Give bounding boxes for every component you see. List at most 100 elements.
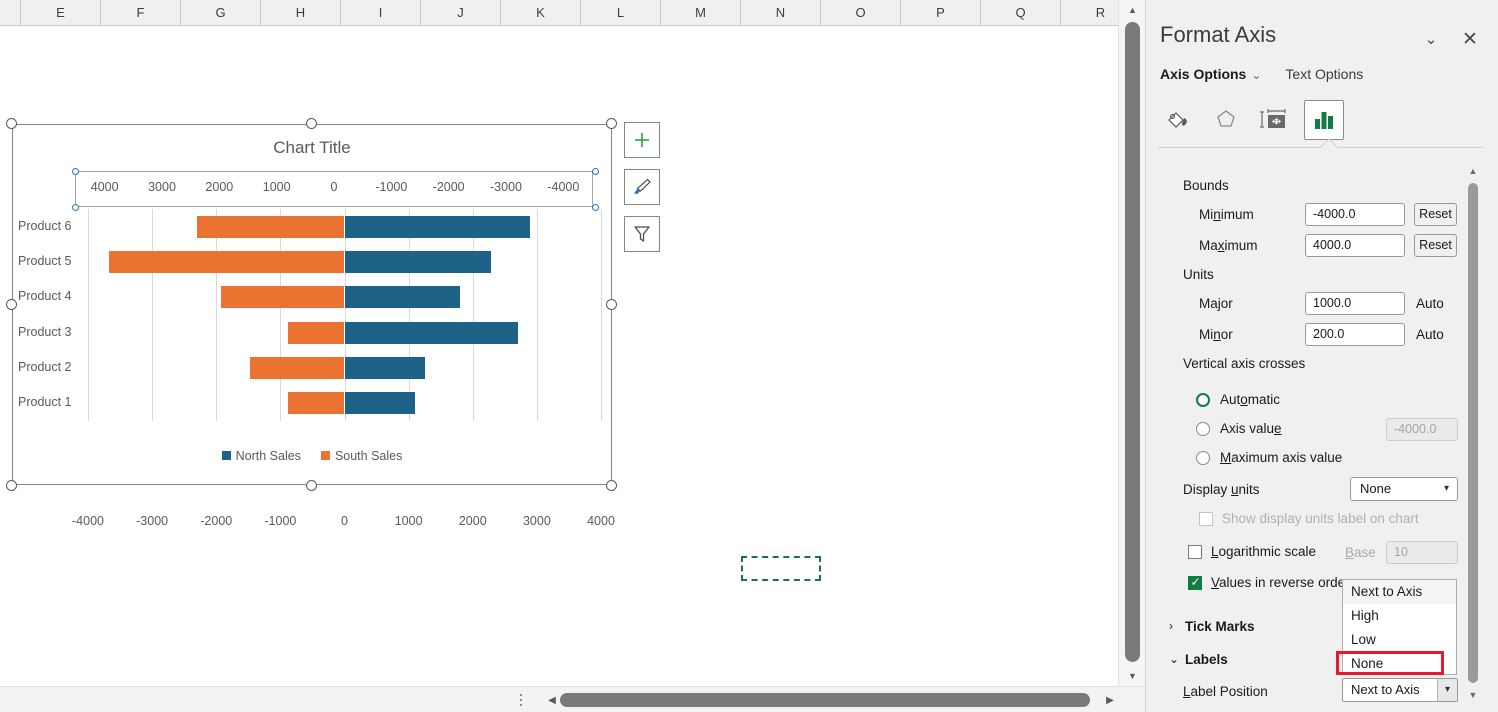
resize-handle-br[interactable] <box>606 480 617 491</box>
resize-handle-ml[interactable] <box>6 299 17 310</box>
resize-handle-tl[interactable] <box>6 118 17 129</box>
legend-item-0[interactable]: North Sales <box>221 449 301 463</box>
chart-styles-button[interactable] <box>624 169 660 205</box>
column-header-p[interactable]: P <box>901 0 981 25</box>
column-header-partial[interactable] <box>0 0 21 25</box>
sheet-tabs-overflow-icon[interactable] <box>514 692 528 708</box>
pane-scroll-up-icon[interactable]: ▲ <box>1465 163 1481 179</box>
display-units-select[interactable]: None ▾ <box>1350 477 1458 501</box>
resize-handle-bl[interactable] <box>6 480 17 491</box>
labels-section-header[interactable]: ⌄ Labels <box>1169 652 1228 667</box>
tick-marks-section-header[interactable]: › Tick Marks <box>1169 619 1255 634</box>
chart-title[interactable]: Chart Title <box>12 138 612 158</box>
major-auto-label[interactable]: Auto <box>1416 296 1444 311</box>
fill-line-icon[interactable] <box>1158 100 1198 140</box>
size-properties-icon[interactable] <box>1254 100 1294 140</box>
bar-north-sales-2[interactable] <box>344 357 425 379</box>
axis-selection-handle-2[interactable] <box>72 204 79 211</box>
column-header-f[interactable]: F <box>101 0 181 25</box>
bar-north-sales-6[interactable] <box>344 215 531 238</box>
column-header-j[interactable]: J <box>421 0 501 25</box>
chart-object[interactable]: Chart Title 4000 3000 2000 1000 0 -1000 -2000 -… <box>6 118 617 528</box>
axis-options-icon[interactable] <box>1304 100 1344 140</box>
dropdown-option-high[interactable]: High <box>1343 604 1456 628</box>
secondary-top-axis-selected[interactable]: 4000 3000 2000 1000 0 -1000 -2000 -3000 -4000 <box>72 168 599 211</box>
chart-filters-button[interactable] <box>624 216 660 252</box>
dropdown-option-next-to-axis[interactable]: Next to Axis <box>1343 580 1456 604</box>
minimum-reset-button[interactable]: Reset <box>1414 203 1457 226</box>
column-header-n[interactable]: N <box>741 0 821 25</box>
scroll-up-icon[interactable]: ▲ <box>1119 0 1146 20</box>
resize-handle-mr[interactable] <box>606 299 617 310</box>
effects-icon[interactable] <box>1206 100 1246 140</box>
column-header-q[interactable]: Q <box>981 0 1061 25</box>
resize-handle-tr[interactable] <box>606 118 617 129</box>
column-header-h[interactable]: H <box>261 0 341 25</box>
chart-side-buttons[interactable] <box>624 122 660 263</box>
chart-legend[interactable]: North Sales South Sales <box>12 449 612 463</box>
major-unit-input[interactable]: 1000.0 <box>1305 292 1405 315</box>
chevron-down-icon[interactable]: ⌄ <box>1418 26 1444 52</box>
chevron-down-icon[interactable]: ▾ <box>1437 679 1457 701</box>
chart-elements-button[interactable] <box>624 122 660 158</box>
column-header-k[interactable]: K <box>501 0 581 25</box>
sheet-vertical-scrollbar[interactable]: ▲ ▼ <box>1118 0 1145 686</box>
pane-scroll-down-icon[interactable]: ▼ <box>1465 687 1481 703</box>
bar-south-sales-4[interactable] <box>221 286 345 309</box>
chevron-right-icon[interactable]: › <box>1169 619 1173 633</box>
legend-item-1[interactable]: South Sales <box>320 449 402 463</box>
close-icon[interactable]: ✕ <box>1457 26 1483 52</box>
bar-north-sales-5[interactable] <box>344 251 491 273</box>
pane-scroll-thumb[interactable] <box>1468 183 1478 683</box>
column-header-m[interactable]: M <box>661 0 741 25</box>
minimum-input[interactable]: -4000.0 <box>1305 203 1405 226</box>
column-header-o[interactable]: O <box>821 0 901 25</box>
values-in-reverse-order-checkbox[interactable] <box>1188 575 1202 590</box>
horizontal-scroll-thumb[interactable] <box>560 693 1090 707</box>
logarithmic-scale-checkbox[interactable] <box>1188 545 1202 559</box>
bar-north-sales-4[interactable] <box>344 286 460 309</box>
scroll-left-icon[interactable]: ◀ <box>544 691 560 709</box>
chevron-down-icon[interactable]: ⌄ <box>1251 68 1261 82</box>
scroll-down-icon[interactable]: ▼ <box>1119 666 1146 686</box>
copied-range-marquee[interactable] <box>741 556 821 581</box>
vertical-scroll-thumb[interactable] <box>1125 22 1140 662</box>
label-position-select[interactable]: Next to Axis ▾ <box>1342 678 1458 702</box>
minor-auto-label[interactable]: Auto <box>1416 327 1444 342</box>
bar-south-sales-1[interactable] <box>288 392 345 415</box>
dropdown-option-low[interactable]: Low <box>1343 628 1456 652</box>
bar-south-sales-2[interactable] <box>249 357 345 379</box>
gridline-1000 <box>408 209 410 421</box>
pane-icon-tabs[interactable] <box>1158 100 1398 142</box>
sheet-horizontal-scrollbar[interactable]: ◀ ▶ <box>0 686 1145 712</box>
bar-south-sales-5[interactable] <box>109 251 345 273</box>
column-header-l[interactable]: L <box>581 0 661 25</box>
pane-scrollbar[interactable]: ▲ ▼ <box>1465 163 1481 703</box>
column-header-i[interactable]: I <box>341 0 421 25</box>
axis-selection-handle-0[interactable] <box>72 168 79 175</box>
minor-unit-input[interactable]: 200.0 <box>1305 323 1405 346</box>
bar-north-sales-1[interactable] <box>344 392 416 415</box>
pane-option-tabs[interactable]: Axis Options ⌄ Text Options <box>1160 66 1363 82</box>
bar-south-sales-6[interactable] <box>197 215 345 238</box>
resize-handle-tc[interactable] <box>306 118 317 129</box>
radio-axis-value-dot[interactable] <box>1196 422 1210 436</box>
axis-selection-handle-1[interactable] <box>592 168 599 175</box>
maximum-input[interactable]: 4000.0 <box>1305 234 1405 257</box>
scroll-right-icon[interactable]: ▶ <box>1102 691 1118 709</box>
resize-handle-bc[interactable] <box>306 480 317 491</box>
radio-maximum-axis-value-dot[interactable] <box>1196 451 1210 465</box>
paint-bucket-icon <box>1168 112 1187 128</box>
bar-south-sales-3[interactable] <box>288 321 345 344</box>
bar-north-sales-3[interactable] <box>344 321 518 344</box>
column-header-g[interactable]: G <box>181 0 261 25</box>
tab-axis-options[interactable]: Axis Options <box>1160 66 1246 82</box>
column-header-e[interactable]: E <box>21 0 101 25</box>
plot-area[interactable]: Product 1 Product 2 Product 3 Product 4 Prod… <box>18 209 615 528</box>
chevron-down-icon[interactable]: ⌄ <box>1169 652 1179 666</box>
radio-automatic-dot[interactable] <box>1196 393 1210 407</box>
tab-text-options[interactable]: Text Options <box>1285 66 1363 82</box>
brush-icon <box>634 178 651 194</box>
maximum-reset-button[interactable]: Reset <box>1414 234 1457 257</box>
chevron-down-icon[interactable]: ▾ <box>1444 478 1449 500</box>
